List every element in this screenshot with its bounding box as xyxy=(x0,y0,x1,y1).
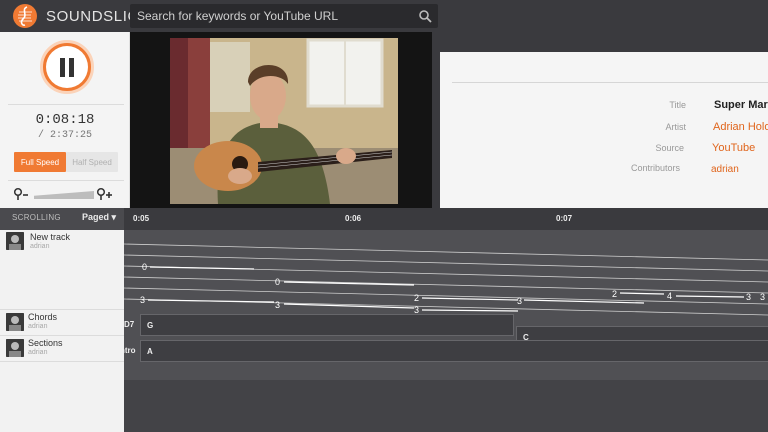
track-sections[interactable]: Sections adrian xyxy=(0,336,124,362)
song-info-card: Title Super Mario Artist Adrian Holov So… xyxy=(440,52,768,214)
current-time: 0:08:18 xyxy=(35,112,95,128)
timeline-header: SCROLLING Paged ▾ 0:05 0:06 0:07 xyxy=(0,208,768,230)
avatar xyxy=(6,232,24,250)
contributors-label: Contributors xyxy=(630,163,680,173)
song-info-panel: Title Super Mario Artist Adrian Holov So… xyxy=(432,32,768,222)
title-label: Title xyxy=(669,100,686,110)
video-player[interactable] xyxy=(130,32,432,210)
tab-note[interactable]: 2 xyxy=(414,293,419,303)
tab-note[interactable]: 2 xyxy=(612,289,617,299)
chevron-down-icon: ▾ xyxy=(111,212,117,222)
track-name: Sections xyxy=(28,338,63,348)
time-tick: 0:05 xyxy=(133,214,150,223)
divider xyxy=(8,104,124,105)
tab-note[interactable]: 0 xyxy=(275,277,280,287)
source-label: Source xyxy=(655,143,684,153)
track-user: adrian xyxy=(28,323,48,330)
tab-note[interactable]: 3 xyxy=(140,295,145,305)
avatar xyxy=(6,339,24,357)
pause-button[interactable] xyxy=(40,40,94,94)
source-link[interactable]: YouTube xyxy=(712,142,755,154)
tab-note[interactable]: 0 xyxy=(142,262,147,272)
track-list: New track adrian Chords adrian Sections … xyxy=(0,230,124,432)
section-row-label: ntro xyxy=(124,346,136,355)
scrolling-label: SCROLLING xyxy=(12,213,61,222)
video-frame[interactable] xyxy=(170,38,398,204)
tab-staff[interactable]: 0 0 2 2 4 3 3 3 3 3 3 xyxy=(124,230,768,320)
time-tick: 0:07 xyxy=(556,214,573,223)
scrolling-controls: SCROLLING Paged ▾ xyxy=(0,208,124,230)
track-new-track[interactable]: New track adrian xyxy=(0,230,124,310)
artist-link[interactable]: Adrian Holov xyxy=(713,121,768,133)
search-box xyxy=(130,4,438,28)
player-controls: 0:08:18 / 2:37:25 Full Speed Half Speed xyxy=(0,32,130,208)
pause-icon xyxy=(46,46,88,88)
half-speed-button[interactable]: Half Speed xyxy=(66,152,118,172)
zoom-out-icon[interactable] xyxy=(13,187,29,201)
tab-note[interactable]: 4 xyxy=(667,291,672,301)
track-chords[interactable]: Chords adrian xyxy=(0,310,124,336)
paged-dropdown[interactable]: Paged ▾ xyxy=(82,212,116,223)
logo[interactable]: SOUNDSLICE xyxy=(10,3,150,29)
track-name: Chords xyxy=(28,312,58,322)
divider xyxy=(8,180,124,181)
contributor-link[interactable]: adrian xyxy=(711,164,739,175)
tab-note[interactable]: 3 xyxy=(517,296,522,306)
full-speed-button[interactable]: Full Speed xyxy=(14,152,66,172)
track-name: New track xyxy=(30,232,71,242)
notation-area[interactable]: 0 0 2 2 4 3 3 3 3 3 3 D7 G C ntro A xyxy=(124,230,768,432)
total-time: / 2:37:25 xyxy=(37,130,92,141)
zoom-slider[interactable] xyxy=(34,191,94,199)
zoom-in-icon[interactable] xyxy=(96,187,114,201)
paged-label: Paged xyxy=(82,212,110,222)
section-cell[interactable]: A xyxy=(140,340,768,362)
track-user: adrian xyxy=(28,349,48,356)
avatar xyxy=(6,313,24,331)
chord-cell[interactable]: G xyxy=(140,314,514,336)
tab-note[interactable]: 3 xyxy=(760,292,765,302)
artist-label: Artist xyxy=(665,122,686,132)
chord-row-label: D7 xyxy=(124,320,135,329)
empty-track-area xyxy=(124,380,768,432)
top-bar: SOUNDSLICE xyxy=(0,0,768,32)
track-user: adrian xyxy=(30,243,50,250)
time-tick: 0:06 xyxy=(345,214,362,223)
divider xyxy=(452,82,768,83)
tab-note[interactable]: 3 xyxy=(275,300,280,310)
title-value: Super Mario xyxy=(714,99,768,111)
search-icon[interactable] xyxy=(418,9,432,23)
search-input[interactable] xyxy=(130,4,415,28)
logo-icon xyxy=(13,4,37,28)
tab-note[interactable]: 3 xyxy=(746,292,751,302)
